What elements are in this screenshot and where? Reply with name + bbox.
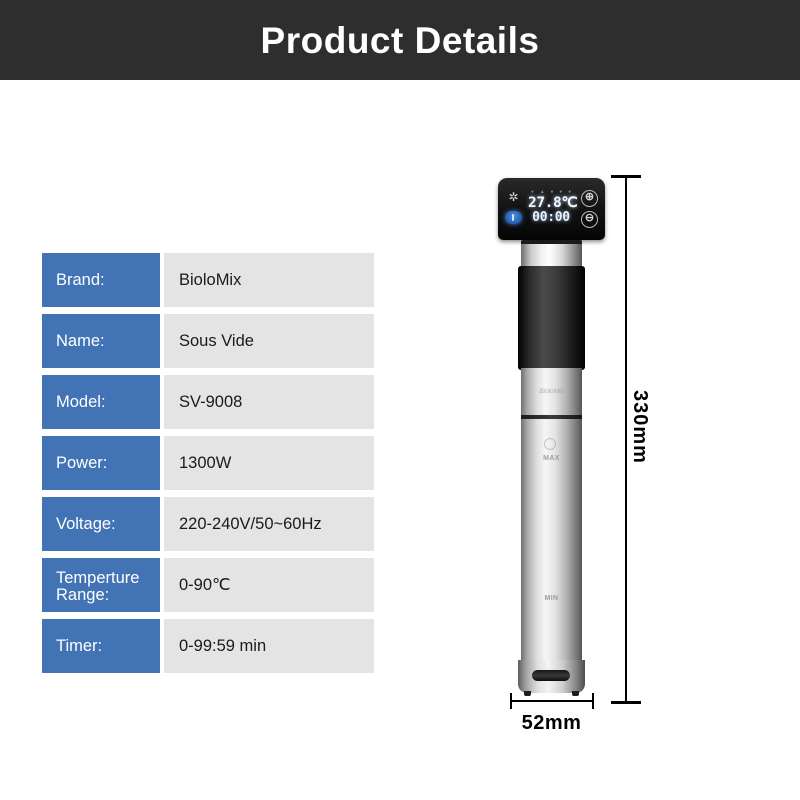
spec-value-model: SV-9008: [164, 375, 374, 429]
control-panel-head: ✲ ● ▲ ● ● ● 27.8℃ 00:00 ⊕ ⊖: [498, 178, 605, 240]
spec-label-name: Name:: [42, 314, 160, 368]
table-row: Model: SV-9008: [42, 375, 374, 429]
brand-emboss-mark: BioloMix: [539, 388, 564, 395]
dimension-cap-right: [592, 693, 594, 709]
black-grip-section: [518, 266, 585, 370]
dimension-cap-bottom: [611, 701, 641, 704]
spec-value-name: Sous Vide: [164, 314, 374, 368]
table-row: Voltage: 220-240V/50~60Hz: [42, 497, 374, 551]
spec-label-timer: Timer:: [42, 619, 160, 673]
min-fill-marking: MIN: [544, 595, 559, 602]
plus-button-icon: ⊕: [581, 190, 598, 207]
spec-label-power: Power:: [42, 436, 160, 490]
tube-seam-ring: [521, 415, 582, 419]
height-dimension-callout: 330mm: [598, 175, 658, 707]
cooker-base: [518, 660, 585, 696]
spec-value-brand: BioloMix: [164, 253, 374, 307]
specification-table: Brand: BioloMix Name: Sous Vide Model: S…: [42, 253, 374, 680]
table-row: Temperture Range: 0-90℃: [42, 558, 374, 612]
stainless-steel-tube: [521, 368, 582, 668]
dimension-line-vertical: [625, 178, 627, 704]
water-intake-slot: [532, 670, 570, 681]
chrome-neck-ring: [521, 240, 582, 267]
gear-icon: ✲: [508, 190, 519, 204]
max-fill-marking: MAX: [543, 455, 560, 462]
spec-label-model: Model:: [42, 375, 160, 429]
power-button-icon: [505, 211, 522, 224]
spec-label-voltage: Voltage:: [42, 497, 160, 551]
spec-value-voltage: 220-240V/50~60Hz: [164, 497, 374, 551]
spec-value-temperature-range: 0-90℃: [164, 558, 374, 612]
page-header-bar: Product Details: [0, 0, 800, 80]
power-indicator-ring: [544, 438, 556, 450]
page-title: Product Details: [260, 19, 540, 61]
width-dimension-label: 52mm: [521, 712, 582, 734]
table-row: Brand: BioloMix: [42, 253, 374, 307]
display-status-indicators: ● ▲ ● ● ●: [528, 188, 574, 196]
table-row: Timer: 0-99:59 min: [42, 619, 374, 673]
height-dimension-label: 330mm: [629, 390, 651, 464]
spec-label-brand: Brand:: [42, 253, 160, 307]
status-dot-icon: ●: [559, 189, 563, 195]
dimension-line-horizontal: [510, 700, 593, 702]
table-row: Power: 1300W: [42, 436, 374, 490]
spec-value-power: 1300W: [164, 436, 374, 490]
spec-value-timer: 0-99:59 min: [164, 619, 374, 673]
status-dot-icon: ●: [530, 189, 534, 195]
status-dot-icon: ●: [550, 189, 554, 195]
status-dot-icon: ▲: [539, 189, 545, 195]
minus-button-icon: ⊖: [581, 211, 598, 228]
status-dot-icon: ●: [568, 189, 572, 195]
spec-label-temperature-range: Temperture Range:: [42, 558, 160, 612]
width-dimension-callout: 52mm: [498, 692, 613, 734]
led-display: ● ▲ ● ● ● 27.8℃ 00:00: [528, 188, 578, 230]
display-temperature-value: 27.8℃: [528, 195, 578, 211]
display-timer-value: 00:00: [532, 210, 570, 225]
table-row: Name: Sous Vide: [42, 314, 374, 368]
